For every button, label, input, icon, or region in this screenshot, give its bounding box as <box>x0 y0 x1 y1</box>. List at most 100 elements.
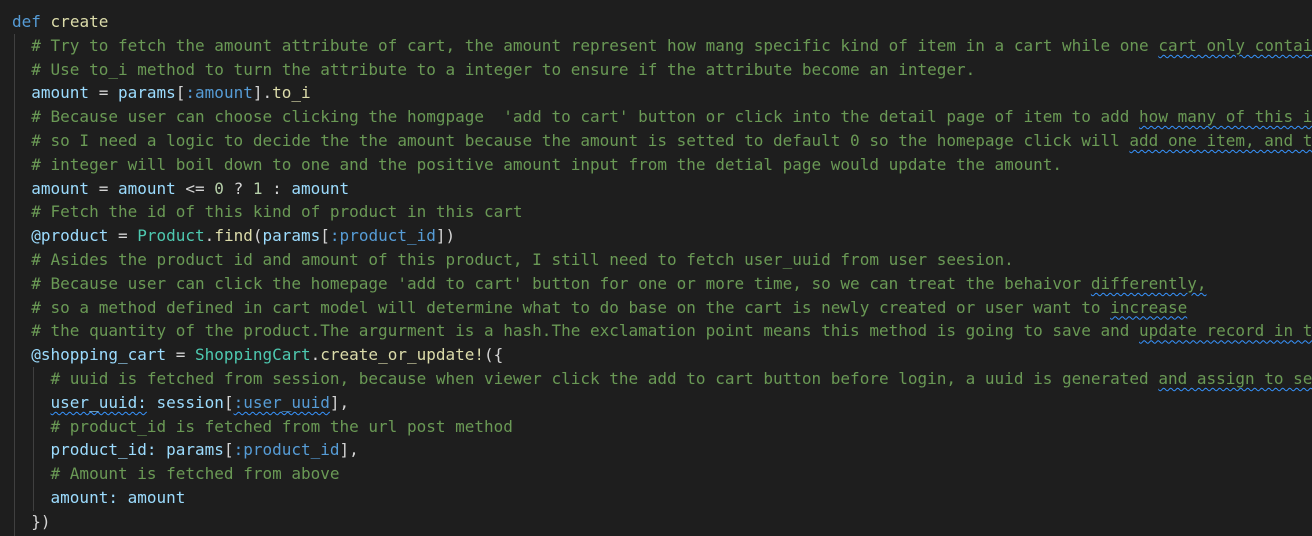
code-comment: # product_id is fetched from the url pos… <box>50 416 513 436</box>
code-token: ], <box>339 440 359 460</box>
code-line[interactable]: # product_id is fetched from the url pos… <box>12 415 513 439</box>
code-token: find <box>214 226 253 246</box>
code-token: [ <box>320 226 330 246</box>
code-token: = <box>166 345 196 365</box>
code-token: amount <box>117 178 176 198</box>
code-token: [ <box>175 83 186 103</box>
code-line[interactable]: user_uuid: session[:user_uuid], <box>12 391 350 415</box>
code-token: : <box>262 178 292 198</box>
code-line[interactable]: # integer will boil down to one and the … <box>12 153 1062 177</box>
code-line[interactable]: # Try to fetch the amount attribute of c… <box>12 34 1312 58</box>
code-line[interactable]: @product = Product.find(params[:product_… <box>12 224 455 248</box>
code-token: to_i <box>272 83 311 103</box>
code-token: ? <box>223 178 253 198</box>
code-line[interactable]: # Fetch the id of this kind of product i… <box>12 200 523 224</box>
code-token: create <box>50 12 109 31</box>
code-line[interactable]: # so a method defined in cart model will… <box>12 296 1187 320</box>
code-line[interactable]: amount: amount <box>12 486 186 510</box>
code-token: session <box>156 392 224 412</box>
code-comment: add one item, and t <box>1129 131 1312 150</box>
code-token: . <box>310 345 321 365</box>
code-token: :product_id <box>329 226 436 246</box>
code-token: ({ <box>484 345 504 365</box>
code-comment: # so I need a logic to decide the the am… <box>31 131 1130 150</box>
code-token: params <box>117 83 176 103</box>
code-comment: # Because user can choose clicking the h… <box>31 107 1140 127</box>
code-comment: # Use to_i method to turn the attribute … <box>31 59 976 79</box>
code-token: ]. <box>252 83 273 103</box>
code-line[interactable]: # uuid is fetched from session, because … <box>12 367 1312 391</box>
code-line[interactable]: amount = params[:amount].to_i <box>12 81 311 105</box>
code-line[interactable]: amount = amount <= 0 ? 1 : amount <box>12 177 349 201</box>
code-editor[interactable]: def create # Try to fetch the amount att… <box>0 0 1312 536</box>
code-token: product_id: <box>50 440 157 460</box>
code-line[interactable]: # Use to_i method to turn the attribute … <box>12 58 975 82</box>
code-comment: # the quantity of the product.The argurm… <box>31 321 1140 341</box>
code-line[interactable]: product_id: params[:product_id], <box>12 438 359 462</box>
code-token: amount <box>127 488 186 507</box>
code-token: amount <box>31 83 90 103</box>
code-line[interactable]: def create <box>12 10 108 34</box>
code-line[interactable]: }) <box>12 510 51 534</box>
code-comment: # Asides the product id and amount of th… <box>31 250 1014 269</box>
code-comment: # Try to fetch the amount attribute of c… <box>31 35 1159 55</box>
code-token: 0 <box>214 178 224 198</box>
code-token: ]) <box>435 226 456 246</box>
code-token: ShoppingCart <box>195 345 311 365</box>
code-line[interactable]: # Asides the product id and amount of th… <box>12 248 1014 272</box>
code-token: def <box>12 12 41 31</box>
code-line[interactable]: # the quantity of the product.The argurm… <box>12 319 1312 343</box>
code-comment: cart only contai <box>1158 35 1312 55</box>
code-token: = <box>108 226 138 246</box>
code-comment: increase <box>1110 297 1188 317</box>
code-token: }) <box>31 511 51 531</box>
code-token: create_or_update! <box>320 345 485 365</box>
code-line[interactable]: # Because user can choose clicking the h… <box>12 105 1312 129</box>
code-token: = <box>89 83 118 103</box>
code-token: . <box>204 226 215 246</box>
code-token: amount: <box>50 488 118 507</box>
code-token: amount <box>31 178 90 198</box>
code-line[interactable]: # Amount is fetched from above <box>12 462 340 486</box>
code-token: [ <box>223 440 234 460</box>
code-comment: # integer will boil down to one and the … <box>31 154 1062 174</box>
code-comment: # Because user can click the homepage 'a… <box>31 273 1091 293</box>
code-comment: # so a method defined in cart model will… <box>31 297 1111 317</box>
code-line[interactable]: # so I need a logic to decide the the am… <box>12 129 1312 153</box>
code-token: :amount <box>185 83 253 103</box>
code-token: params <box>262 226 321 246</box>
code-comment: differently, <box>1090 273 1207 293</box>
code-token: Product <box>137 226 205 246</box>
code-comment: and assign to se <box>1158 369 1312 388</box>
code-line[interactable]: # Because user can click the homepage 'a… <box>12 272 1206 296</box>
code-comment: # Fetch the id of this kind of product i… <box>31 202 523 222</box>
code-token: :product_id <box>233 440 340 460</box>
code-comment: # uuid is fetched from session, because … <box>50 369 1159 388</box>
code-line[interactable]: @shopping_cart = ShoppingCart.create_or_… <box>12 343 503 367</box>
code-token: user_uuid: <box>50 392 147 412</box>
code-token: params <box>166 440 224 460</box>
